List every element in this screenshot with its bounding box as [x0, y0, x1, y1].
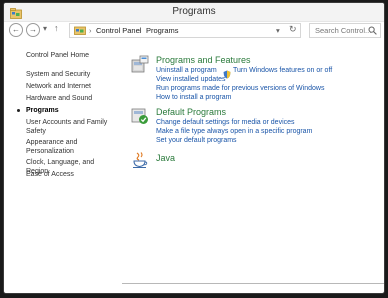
sidebar-item-user-accounts[interactable]: User Accounts and Family Safety: [26, 118, 110, 136]
up-button[interactable]: ↑: [54, 23, 59, 33]
sidebar-item-hardware-sound[interactable]: Hardware and Sound: [26, 94, 118, 103]
breadcrumb-separator: ›: [139, 26, 142, 35]
link-uninstall-program[interactable]: Uninstall a program: [156, 67, 217, 74]
breadcrumb-programs[interactable]: Programs: [146, 24, 179, 37]
sidebar-item-ease-of-access[interactable]: Ease of Access: [26, 170, 118, 179]
search-placeholder: Search Control...: [315, 26, 372, 35]
sidebar-item-control-panel-home[interactable]: Control Panel Home: [26, 51, 118, 60]
chevron-down-icon: ▾: [43, 24, 48, 33]
category-title-programs-features[interactable]: Programs and Features: [156, 55, 251, 65]
link-windows-features[interactable]: Turn Windows features on or off: [233, 67, 332, 74]
link-compatibility[interactable]: Run programs made for previous versions …: [156, 85, 324, 92]
sidebar-item-appearance[interactable]: Appearance and Personalization: [26, 138, 102, 156]
category-title-java[interactable]: Java: [156, 153, 175, 163]
default-programs-icon[interactable]: [131, 107, 149, 130]
sidebar: Control Panel Home System and Security N…: [4, 45, 122, 293]
programs-window: Programs ← → ▾ ↑ › Control Panel › Progr…: [3, 2, 385, 294]
window-title: Programs: [172, 6, 216, 17]
category-title-default-programs[interactable]: Default Programs: [156, 107, 226, 117]
sidebar-item-system-security[interactable]: System and Security: [26, 70, 118, 79]
link-default-media[interactable]: Change default settings for media or dev…: [156, 119, 295, 126]
link-how-to-install[interactable]: How to install a program: [156, 94, 231, 101]
sidebar-item-network-internet[interactable]: Network and Internet: [26, 82, 118, 91]
up-arrow-icon: ↑: [54, 23, 59, 33]
search-input[interactable]: Search Control...: [309, 23, 381, 38]
breadcrumb-separator: ›: [89, 26, 92, 35]
refresh-icon[interactable]: ↻: [289, 23, 297, 36]
breadcrumb-control-panel[interactable]: Control Panel: [96, 24, 141, 37]
content-divider: [122, 283, 384, 284]
java-icon[interactable]: [131, 151, 149, 174]
current-item-bullet: [17, 109, 20, 112]
sidebar-item-programs[interactable]: Programs: [26, 106, 118, 115]
title-bar: Programs: [4, 3, 384, 22]
search-icon[interactable]: [368, 26, 377, 35]
back-button[interactable]: ←: [9, 23, 23, 37]
address-bar[interactable]: › Control Panel › Programs ▾ ↻: [69, 23, 301, 38]
back-icon: ←: [12, 25, 20, 34]
folder-icon: [74, 25, 86, 39]
link-installed-updates[interactable]: View installed updates: [156, 76, 226, 83]
link-file-type[interactable]: Make a file type always open in a specif…: [156, 128, 312, 135]
recent-locations-button[interactable]: ▾: [43, 24, 47, 33]
forward-icon: →: [29, 25, 37, 34]
programs-icon[interactable]: [131, 55, 149, 78]
address-dropdown-icon[interactable]: ▾: [276, 24, 280, 37]
link-set-defaults[interactable]: Set your default programs: [156, 137, 237, 144]
forward-button[interactable]: →: [26, 23, 40, 37]
main-content: Programs and Features Uninstall a progra…: [122, 45, 384, 293]
navigation-bar: ← → ▾ ↑ › Control Panel › Programs ▾ ↻ S…: [4, 21, 384, 41]
